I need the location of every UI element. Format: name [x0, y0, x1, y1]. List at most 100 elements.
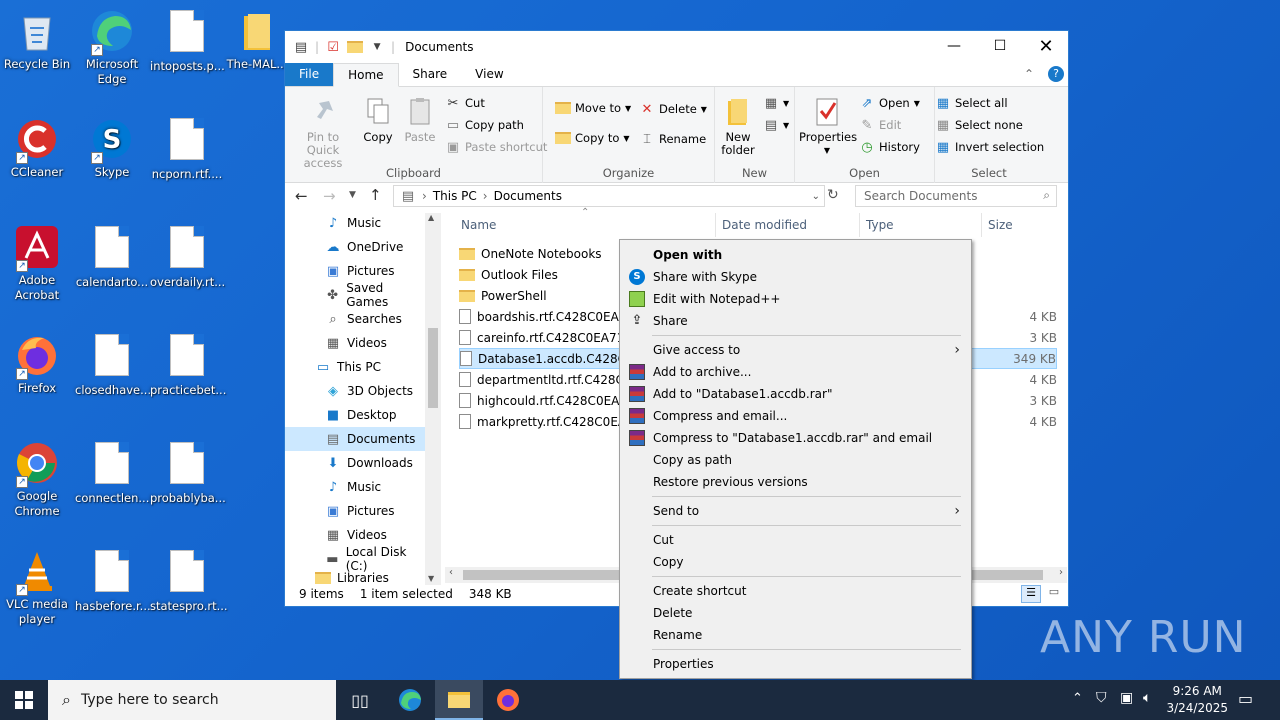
- copy-to-button[interactable]: Copy to ▼: [555, 131, 630, 145]
- menu-compress-to-rar-and-email[interactable]: Compress to "Database1.accdb.rar" and em…: [623, 427, 968, 449]
- notifications-icon[interactable]: ▭: [1238, 689, 1253, 708]
- minimize-button[interactable]: —: [931, 31, 977, 61]
- open-button[interactable]: ⇗ Open ▼: [859, 95, 920, 111]
- nav-item-onedrive[interactable]: ☁ OneDrive: [285, 235, 425, 259]
- usb-device-icon[interactable]: ⛉: [1096, 690, 1107, 706]
- scroll-down-icon[interactable]: ▼: [428, 574, 434, 583]
- nav-item-desktop[interactable]: ■ Desktop: [285, 403, 425, 427]
- recent-locations-icon[interactable]: ▼: [349, 190, 356, 200]
- show-hidden-icons-icon[interactable]: ⌃: [1072, 691, 1083, 706]
- desktop-icon-file[interactable]: statespro.rt...: [150, 548, 228, 614]
- column-header-date[interactable]: Date modified: [715, 213, 807, 237]
- task-view-button[interactable]: ▯▯: [336, 680, 384, 720]
- menu-restore-previous-versions[interactable]: Restore previous versions: [623, 471, 968, 493]
- nav-item-videos[interactable]: ▦ Videos: [285, 523, 425, 547]
- back-arrow-icon[interactable]: ←: [295, 187, 308, 205]
- menu-properties[interactable]: Properties: [623, 653, 968, 675]
- nav-item-saved-games[interactable]: ✤ Saved Games: [285, 281, 425, 309]
- up-arrow-icon[interactable]: ↑: [369, 186, 382, 204]
- tab-home[interactable]: Home: [333, 63, 399, 87]
- menu-edit-with-notepadpp[interactable]: Edit with Notepad++: [623, 288, 968, 310]
- properties-button[interactable]: Properties ▼: [799, 95, 857, 157]
- checkmark-icon[interactable]: ☑: [325, 39, 341, 55]
- search-input[interactable]: Search Documents ⌕: [855, 185, 1057, 207]
- tab-share[interactable]: Share: [399, 63, 462, 86]
- forward-arrow-icon[interactable]: →: [323, 187, 336, 205]
- large-icons-view-icon[interactable]: ▭: [1045, 585, 1063, 603]
- new-item-button[interactable]: ▦ ▼: [763, 95, 789, 111]
- menu-copy-as-path[interactable]: Copy as path: [623, 449, 968, 471]
- nav-item-searches[interactable]: ⌕ Searches: [285, 307, 425, 331]
- new-folder-icon[interactable]: [347, 41, 364, 53]
- menu-delete[interactable]: Delete: [623, 602, 968, 624]
- menu-share-with-skype[interactable]: S Share with Skype: [623, 266, 968, 288]
- move-to-button[interactable]: Move to ▼: [555, 101, 631, 115]
- address-dropdown-icon[interactable]: ⌄: [812, 191, 820, 202]
- paste-shortcut-button[interactable]: ▣ Paste shortcut: [445, 139, 548, 155]
- edit-button[interactable]: ✎ Edit: [859, 117, 902, 133]
- desktop-icon-file[interactable]: intoposts.p...: [150, 8, 225, 74]
- desktop-icon-folder[interactable]: The-MAL...: [222, 8, 292, 72]
- column-header-size[interactable]: Size: [981, 213, 1013, 237]
- nav-item-pictures[interactable]: ▣ Pictures: [285, 259, 425, 283]
- taskbar-firefox[interactable]: [484, 680, 532, 720]
- menu-add-to-rar[interactable]: Add to "Database1.accdb.rar": [623, 383, 968, 405]
- breadcrumb-documents[interactable]: Documents: [494, 189, 562, 203]
- desktop-icon-file[interactable]: ncporn.rtf....: [150, 116, 224, 182]
- desktop-icon-file[interactable]: probablyba...: [150, 440, 226, 506]
- properties-icon[interactable]: ▤: [293, 39, 309, 55]
- invert-selection-button[interactable]: ▦ Invert selection: [935, 139, 1044, 155]
- menu-send-to[interactable]: Send to ›: [623, 500, 968, 522]
- taskbar-file-explorer[interactable]: [435, 680, 483, 720]
- desktop-icon-file[interactable]: closedhave...: [75, 332, 151, 398]
- taskbar-clock[interactable]: 9:26 AM 3/24/2025: [1166, 683, 1228, 717]
- nav-item-music[interactable]: ♪ Music: [285, 213, 425, 235]
- tab-view[interactable]: View: [461, 63, 517, 86]
- taskbar-search-input[interactable]: ⌕ Type here to search: [48, 680, 336, 720]
- menu-add-to-archive[interactable]: Add to archive...: [623, 361, 968, 383]
- desktop-icon-vlc[interactable]: ↗ VLC media player: [0, 548, 74, 627]
- customize-dropdown-icon[interactable]: ▼: [369, 39, 385, 55]
- desktop-icon-adobe-acrobat[interactable]: ↗ Adobe Acrobat: [0, 224, 74, 303]
- nav-item-local-disk[interactable]: ▬ Local Disk (C:): [285, 545, 425, 573]
- scroll-right-icon[interactable]: ›: [1059, 567, 1063, 578]
- collapse-ribbon-icon[interactable]: ⌃: [1024, 67, 1034, 81]
- nav-item-3d-objects[interactable]: ◈ 3D Objects: [285, 379, 425, 403]
- easy-access-button[interactable]: ▤ ▼: [763, 117, 789, 133]
- start-button[interactable]: [0, 680, 48, 720]
- scroll-up-icon[interactable]: ▲: [428, 213, 434, 222]
- desktop-icon-recycle-bin[interactable]: Recycle Bin: [0, 8, 74, 72]
- nav-item-pictures[interactable]: ▣ Pictures: [285, 499, 425, 523]
- copy-path-button[interactable]: ▭ Copy path: [445, 117, 524, 133]
- delete-button[interactable]: ✕ Delete ▼: [639, 101, 707, 117]
- close-button[interactable]: ✕: [1023, 31, 1069, 61]
- menu-compress-and-email[interactable]: Compress and email...: [623, 405, 968, 427]
- desktop-icon-file[interactable]: overdaily.rt...: [150, 224, 225, 290]
- column-header-name[interactable]: Name: [461, 213, 496, 237]
- desktop-icon-firefox[interactable]: ↗ Firefox: [0, 332, 74, 396]
- details-view-icon[interactable]: ☰: [1021, 585, 1041, 603]
- nav-item-this-pc[interactable]: ▭ This PC: [285, 355, 425, 379]
- select-all-button[interactable]: ▦ Select all: [935, 95, 1008, 111]
- scroll-left-icon[interactable]: ‹: [449, 567, 453, 578]
- menu-give-access-to[interactable]: Give access to ›: [623, 339, 968, 361]
- desktop-icon-file[interactable]: calendarto...: [75, 224, 149, 290]
- menu-copy[interactable]: Copy: [623, 551, 968, 573]
- nav-item-documents[interactable]: ▤ Documents: [285, 427, 425, 451]
- address-bar[interactable]: ▤ › This PC › Documents ⌄: [393, 185, 825, 207]
- help-icon[interactable]: ?: [1048, 66, 1064, 82]
- volume-icon[interactable]: 🔈︎: [1143, 690, 1151, 706]
- nav-item-downloads[interactable]: ⬇ Downloads: [285, 451, 425, 475]
- maximize-button[interactable]: ☐: [977, 31, 1023, 61]
- nav-item-music[interactable]: ♪ Music: [285, 475, 425, 499]
- refresh-icon[interactable]: ↻: [827, 187, 839, 203]
- pin-quick-access-button[interactable]: Pin to Quick access: [291, 95, 355, 170]
- copy-button[interactable]: Copy: [359, 95, 397, 144]
- desktop-icon-microsoft-edge[interactable]: ↗ Microsoft Edge: [75, 8, 149, 87]
- desktop-icon-skype[interactable]: S ↗ Skype: [75, 116, 149, 180]
- cut-button[interactable]: ✂ Cut: [445, 95, 485, 111]
- nav-item-videos[interactable]: ▦ Videos: [285, 331, 425, 355]
- column-header-type[interactable]: Type: [859, 213, 894, 237]
- desktop-icon-ccleaner[interactable]: ↗ CCleaner: [0, 116, 74, 180]
- network-icon[interactable]: ▣: [1120, 690, 1133, 706]
